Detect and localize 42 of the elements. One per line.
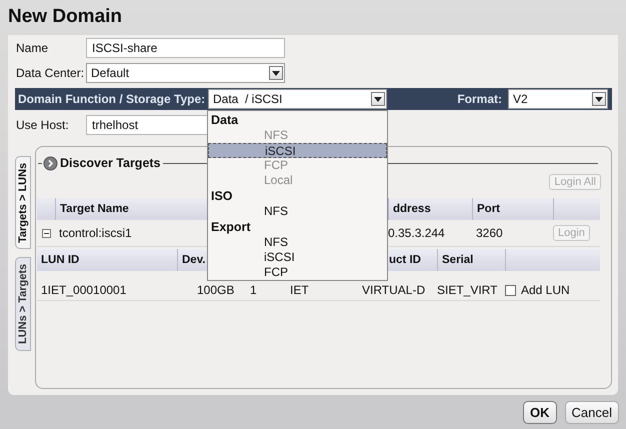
checkbox-label: Add LUN <box>521 283 570 297</box>
table-cell: SIET_VIRT <box>437 283 498 297</box>
collapse-icon[interactable] <box>42 228 51 238</box>
expand-circle-icon[interactable] <box>43 156 58 170</box>
menu-option[interactable]: iSCSI <box>208 143 387 158</box>
format-label: Format: <box>457 92 502 106</box>
table-cell-text: tcontrol:iscsi1 <box>58 226 132 240</box>
menu-group-label: ISO <box>210 188 234 204</box>
select-field[interactable]: Default <box>86 63 285 83</box>
column-header[interactable]: Port <box>472 198 553 220</box>
menu-option[interactable]: FCP <box>208 265 387 280</box>
bar-label: Domain Function / Storage Type: <box>18 92 206 106</box>
field-label: Name <box>16 41 50 55</box>
dialog-button[interactable]: Cancel <box>564 401 619 424</box>
table-cell-text: 3260 <box>475 226 503 240</box>
text-field[interactable]: trhelhost <box>86 115 208 135</box>
select-field[interactable]: V2 <box>508 89 608 109</box>
field-label: Use Host: <box>16 118 70 132</box>
checkbox[interactable] <box>505 285 516 296</box>
column-header[interactable]: LUN ID <box>41 254 80 266</box>
window-title: New Domain <box>7 5 122 29</box>
menu-option[interactable]: iSCSI <box>208 250 387 265</box>
side-tab[interactable]: LUNs > Targets <box>15 257 31 351</box>
table-cell-text: 1IET_00010001 <box>40 283 126 297</box>
column-header[interactable]: uct ID <box>389 254 421 266</box>
text-field[interactable]: ISCSI-share <box>86 38 285 58</box>
section-title: Discover Targets <box>60 156 161 170</box>
table-cell: 1 <box>250 283 257 297</box>
column-header[interactable]: Serial <box>442 254 474 266</box>
table-cell: VIRTUAL-D <box>362 283 426 297</box>
table-cell: 0.35.3.244 <box>388 226 445 240</box>
select-field[interactable]: Data / iSCSI <box>208 89 387 109</box>
side-tab[interactable]: Targets > LUNs <box>15 156 31 249</box>
menu-option[interactable]: NFS <box>208 204 387 219</box>
field-label: Data Center: <box>16 66 86 80</box>
table-cell: IET <box>290 283 309 297</box>
menu-group-label: Export <box>210 219 252 235</box>
menu-group-label: Data <box>210 112 240 128</box>
menu-option[interactable]: NFS <box>208 235 387 250</box>
table-cell: 100GB <box>197 283 234 297</box>
dialog-button[interactable]: OK <box>523 401 557 424</box>
column-header[interactable]: Dev. <box>182 254 206 266</box>
